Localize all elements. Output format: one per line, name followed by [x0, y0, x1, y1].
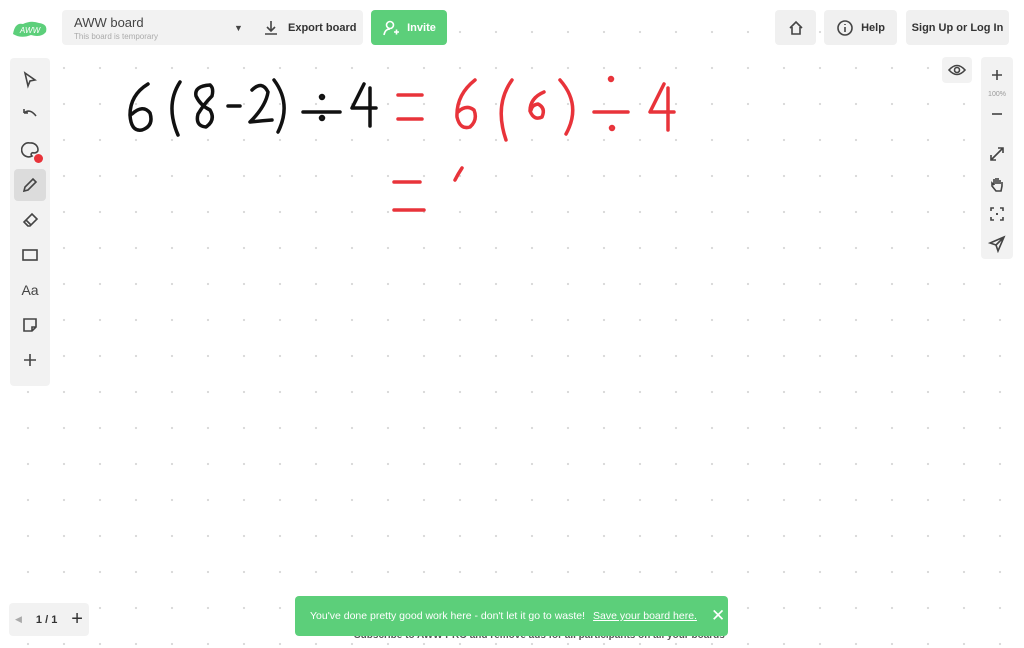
- toast-message: You've done pretty good work here - don'…: [310, 610, 586, 622]
- page-indicator: 1 / 1: [35, 613, 58, 626]
- add-page-button[interactable]: +: [71, 608, 83, 631]
- previous-page-button[interactable]: ◀: [15, 614, 22, 625]
- save-board-toast: You've done pretty good work here - don'…: [295, 596, 728, 636]
- black-ink-strokes: [128, 78, 378, 137]
- page-navigator: ◀ 1 / 1 +: [9, 603, 89, 636]
- board-canvas[interactable]: [0, 0, 1024, 648]
- red-ink-strokes: [392, 75, 676, 212]
- save-board-link[interactable]: Save your board here.: [593, 610, 697, 622]
- close-icon[interactable]: ✕: [711, 606, 725, 626]
